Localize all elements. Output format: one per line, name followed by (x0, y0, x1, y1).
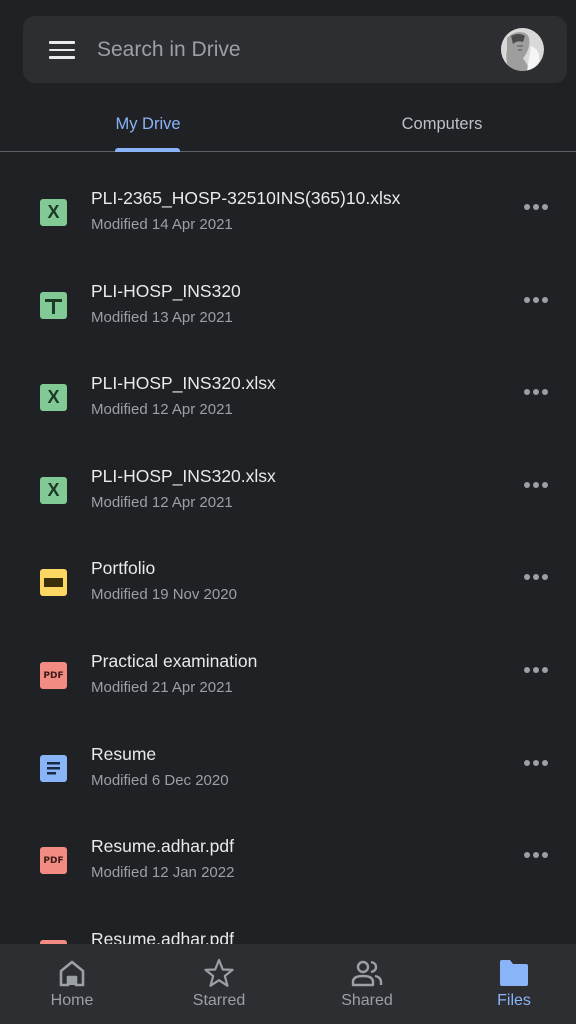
file-item[interactable]: X PLI-HOSP_INS320.xlsx Modified 12 Apr 2… (0, 337, 576, 430)
file-name: PLI-HOSP_INS320.xlsx (91, 373, 276, 394)
file-modified-date: Modified 12 Apr 2021 (91, 401, 233, 419)
more-options-button[interactable] (524, 667, 560, 683)
excel-icon: X (40, 476, 67, 504)
file-item[interactable]: PDF Resume.adhar.pdf (0, 893, 576, 944)
file-item[interactable]: X PLI-2365_HOSP-32510INS(365)10.xlsx Mod… (0, 152, 576, 245)
nav-home[interactable]: Home (0, 944, 144, 1024)
file-item[interactable]: X PLI-HOSP_INS320.xlsx Modified 12 Apr 2… (0, 430, 576, 523)
excel-icon: X (40, 384, 67, 412)
excel-icon: X (40, 199, 67, 226)
file-name: Resume.adhar.pdf (91, 928, 235, 944)
file-name: PLI-HOSP_INS320.xlsx (91, 465, 276, 486)
nav-shared[interactable]: Shared (295, 944, 439, 1024)
nav-label: Files (497, 992, 531, 1009)
slides-icon (40, 569, 67, 597)
file-modified-date: Modified 19 Nov 2020 (91, 586, 237, 604)
file-modified-date: Modified 12 Jan 2022 (91, 864, 235, 882)
shared-icon (351, 960, 383, 987)
nav-files[interactable]: Files (442, 944, 576, 1024)
folder-icon (500, 960, 528, 986)
file-name: Resume.adhar.pdf (91, 836, 235, 857)
nav-label: Shared (341, 992, 393, 1009)
more-options-button[interactable] (524, 296, 560, 313)
more-options-button[interactable] (524, 574, 560, 590)
more-options-button[interactable] (524, 389, 560, 405)
bottom-navigation: Home Starred Shared Files (0, 944, 576, 1024)
file-name: Practical examination (91, 651, 258, 671)
tab-computers[interactable]: Computers (296, 96, 576, 152)
nav-label: Home (50, 992, 94, 1009)
file-modified-date: Modified 6 Dec 2020 (91, 771, 229, 789)
tab-bar: My Drive Computers (0, 96, 576, 152)
file-modified-date: Modified 14 Apr 2021 (91, 216, 233, 233)
star-icon (204, 958, 234, 987)
tab-my-drive[interactable]: My Drive (0, 96, 296, 152)
file-item[interactable]: Resume Modified 6 Dec 2020 (0, 708, 576, 801)
file-modified-date: Modified 13 Apr 2021 (91, 308, 233, 326)
pdf-icon: PDF (40, 847, 67, 875)
nav-starred[interactable]: Starred (147, 944, 291, 1024)
search-input[interactable] (97, 30, 487, 70)
avatar[interactable] (501, 28, 544, 71)
home-icon (59, 960, 85, 987)
pdf-icon: PDF (40, 662, 67, 689)
file-item[interactable]: PLI-HOSP_INS320 Modified 13 Apr 2021 (0, 245, 576, 338)
more-options-button[interactable] (524, 852, 560, 868)
nav-label: Starred (192, 992, 246, 1009)
file-name: PLI-2365_HOSP-32510INS(365)10.xlsx (91, 188, 401, 208)
file-item[interactable]: PDF Practical examination Modified 21 Ap… (0, 615, 576, 708)
sheets-icon (40, 291, 67, 319)
more-options-button[interactable] (524, 759, 560, 776)
file-name: PLI-HOSP_INS320 (91, 280, 241, 301)
file-name: Portfolio (91, 558, 156, 579)
file-modified-date: Modified 12 Apr 2021 (91, 493, 233, 511)
file-item[interactable]: Portfolio Modified 19 Nov 2020 (0, 522, 576, 615)
docs-icon (40, 754, 67, 782)
file-modified-date: Modified 21 Apr 2021 (91, 679, 233, 696)
search-bar (23, 16, 567, 83)
file-list: X PLI-2365_HOSP-32510INS(365)10.xlsx Mod… (0, 152, 576, 944)
file-name: Resume (91, 743, 157, 764)
more-options-button[interactable] (524, 204, 560, 220)
menu-icon[interactable] (49, 41, 75, 59)
more-options-button[interactable] (524, 481, 560, 498)
file-item[interactable]: PDF Resume.adhar.pdf Modified 12 Jan 202… (0, 800, 576, 893)
